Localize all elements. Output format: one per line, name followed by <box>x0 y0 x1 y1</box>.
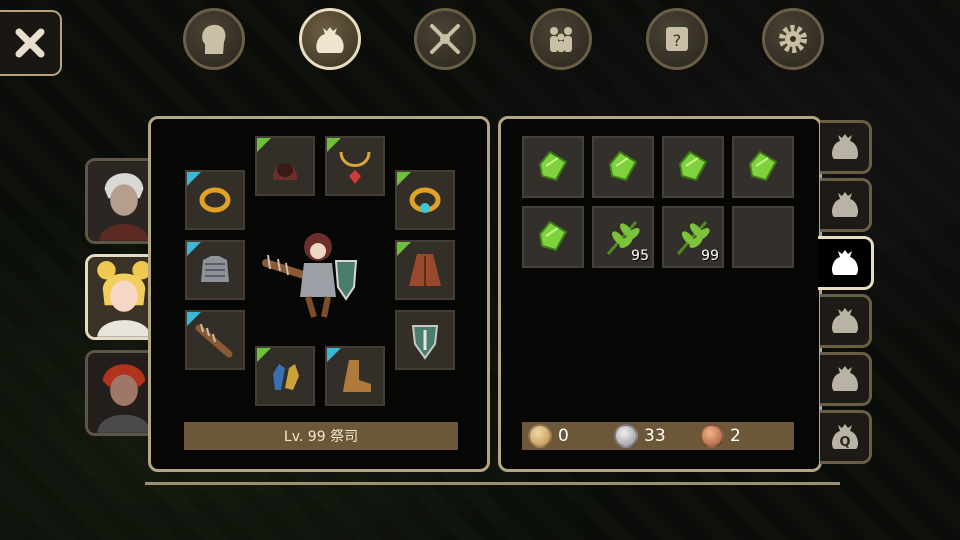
equip-slot-armor[interactable] <box>185 240 245 300</box>
close-icon <box>15 28 45 58</box>
silver-coin-icon <box>614 424 638 448</box>
tab-quest[interactable]: ? <box>646 8 708 70</box>
hood-icon <box>272 163 298 180</box>
currency-bar: 0 33 2 <box>522 422 794 450</box>
bag-tab-1[interactable] <box>820 120 872 174</box>
green-gem-icon <box>538 220 568 252</box>
inventory-slot[interactable] <box>592 136 654 198</box>
close-button[interactable] <box>0 10 62 76</box>
bag-icon <box>831 366 858 391</box>
equip-slot-weapon[interactable] <box>185 310 245 370</box>
equip-slot-cloak[interactable] <box>395 240 455 300</box>
level-class-label: Lv. 99 祭司 <box>184 422 458 450</box>
bag-icon <box>831 134 858 159</box>
leather-cloak-icon <box>409 254 441 286</box>
quest-bag-label: Q <box>839 435 850 450</box>
bag-tab-3[interactable] <box>818 236 874 290</box>
green-gem-icon <box>678 150 708 182</box>
bag-tab-4[interactable] <box>820 294 872 348</box>
bag-icon <box>831 250 858 275</box>
character-preview <box>262 233 358 318</box>
bag-tab-5[interactable] <box>820 352 872 406</box>
gear-icon <box>779 25 807 53</box>
inventory-slot[interactable] <box>732 136 794 198</box>
equip-slot-ring-left[interactable] <box>185 170 245 230</box>
spiked-club-icon <box>195 323 233 358</box>
head-silhouette-icon <box>202 24 226 54</box>
ruby-necklace-icon <box>339 151 371 184</box>
tab-character[interactable] <box>183 8 245 70</box>
inventory-slot[interactable]: 99 <box>662 206 724 268</box>
equip-slot-shield[interactable] <box>395 310 455 370</box>
item-quantity: 95 <box>631 248 649 264</box>
bag-icon <box>831 192 858 217</box>
tab-inventory[interactable] <box>299 8 361 70</box>
copper-amount: 2 <box>730 426 741 446</box>
equip-slot-ring-right[interactable] <box>395 170 455 230</box>
green-gem-icon <box>748 150 778 182</box>
kite-shield-icon <box>411 325 439 360</box>
gold-amount: 0 <box>558 426 569 446</box>
bottom-divider <box>145 482 840 485</box>
svg-text:?: ? <box>673 31 682 50</box>
gold-ring-icon <box>199 187 231 213</box>
bag-icon <box>316 27 344 53</box>
tab-skills[interactable] <box>414 8 476 70</box>
chainmail-icon <box>201 256 229 282</box>
equip-slot-helmet[interactable] <box>255 136 315 196</box>
inventory-slot[interactable] <box>662 136 724 198</box>
green-gem-icon <box>538 150 568 182</box>
people-icon <box>550 27 572 52</box>
copper-coin-icon <box>700 424 724 448</box>
bag-icon <box>831 308 858 333</box>
crossed-weapons-icon <box>430 24 460 54</box>
quest-bag-icon: Q <box>831 424 858 450</box>
scroll-question-icon: ? <box>666 27 688 51</box>
inventory-slot-empty[interactable] <box>732 206 794 268</box>
green-gem-icon <box>608 150 638 182</box>
equip-slot-gloves[interactable] <box>255 346 315 406</box>
inventory-slot[interactable] <box>522 136 584 198</box>
equip-slot-necklace[interactable] <box>325 136 385 196</box>
leather-boots-icon <box>343 360 371 392</box>
bag-tab-2[interactable] <box>820 178 872 232</box>
tab-settings[interactable] <box>762 8 824 70</box>
inventory-slot[interactable] <box>522 206 584 268</box>
gold-coin-icon <box>528 424 552 448</box>
gauntlets-icon <box>273 364 299 390</box>
aquamarine-ring-icon <box>409 187 441 213</box>
inventory-slot[interactable]: 95 <box>592 206 654 268</box>
equip-slot-boots[interactable] <box>325 346 385 406</box>
tab-party[interactable] <box>530 8 592 70</box>
silver-amount: 33 <box>644 426 666 446</box>
quest-bag-tab[interactable]: Q <box>820 410 872 464</box>
item-quantity: 99 <box>701 248 719 264</box>
